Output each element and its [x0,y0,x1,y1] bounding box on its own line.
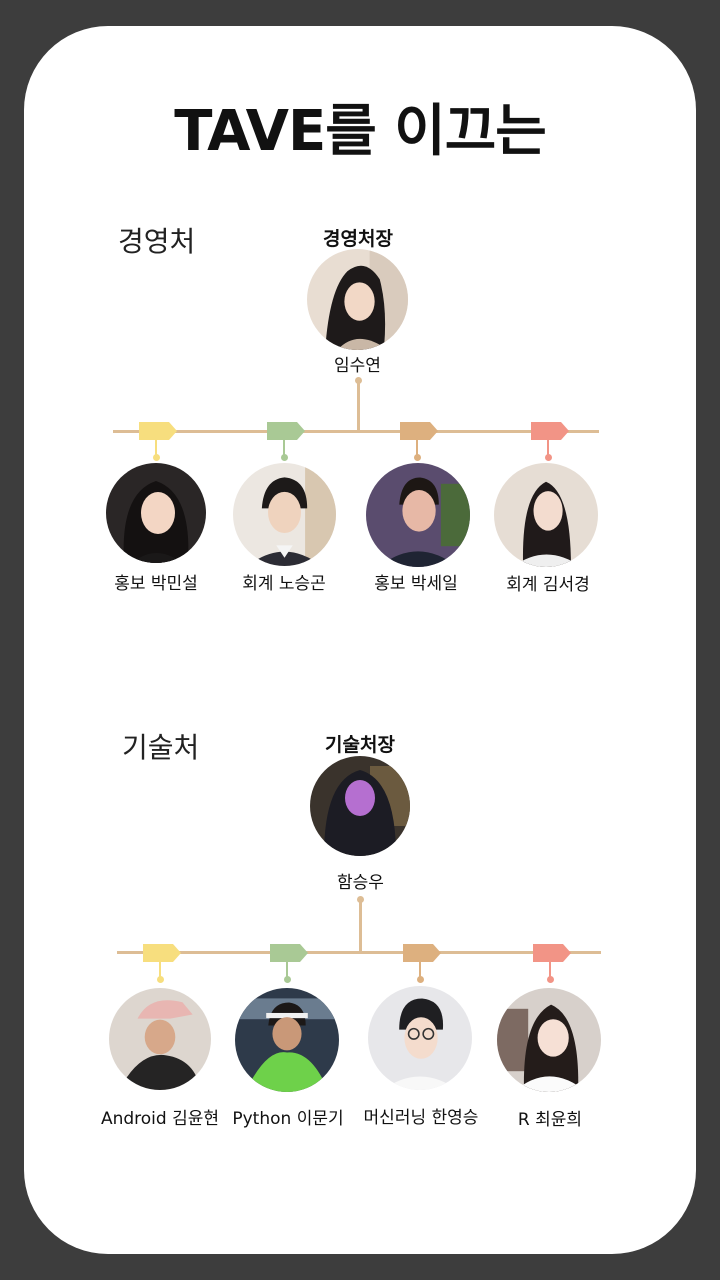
tech-member-label-2: 머신러닝 한영승 [363,1108,479,1128]
tech-member-label-1: Python 이문기 [232,1109,344,1129]
tech-tag-0 [143,944,181,962]
management-tag-3 [531,422,569,440]
management-tag-0 [139,422,177,440]
tech-member-avatar-0[interactable] [109,988,211,1090]
management-member-avatar-0[interactable] [106,463,206,563]
tech-member-avatar-1[interactable] [235,988,339,1092]
page-title: TAVE를 이끄는 [174,99,547,164]
tech-head-connector-dot [357,896,364,903]
tech-member-label-0: Android 김윤현 [100,1109,220,1129]
tech-head-avatar[interactable] [310,756,410,856]
tech-tag-2-dot [417,976,424,983]
management-tag-2 [400,422,438,440]
management-tag-3-dot [545,454,552,461]
tech-tag-3 [533,944,571,962]
tech-tag-2 [403,944,441,962]
tech-head-role: 기술처장 [325,734,395,756]
management-head-avatar[interactable] [307,249,408,350]
management-head-name: 임수연 [334,356,381,376]
management-tag-0-dot [153,454,160,461]
management-member-avatar-1[interactable] [233,463,336,566]
section-label-tech: 기술처 [122,731,200,764]
tech-timeline-line [117,951,601,954]
tech-tag-1 [270,944,308,962]
management-member-label-2: 홍보 박세일 [374,574,458,594]
management-timeline-line [113,430,599,433]
management-tag-2-dot [414,454,421,461]
tech-member-avatar-3[interactable] [497,988,601,1092]
tech-tag-0-dot [157,976,164,983]
tech-tag-1-dot [284,976,291,983]
management-member-label-0: 홍보 박민설 [114,574,198,594]
tech-head-connector [359,900,362,953]
management-member-avatar-2[interactable] [366,463,470,567]
management-member-avatar-3[interactable] [494,463,598,567]
tech-member-label-3: R 최윤희 [517,1110,583,1130]
management-tag-1 [267,422,305,440]
management-member-label-1: 회계 노승곤 [242,574,326,594]
tech-member-avatar-2[interactable] [368,986,472,1090]
management-tag-1-dot [281,454,288,461]
tech-head-name: 함승우 [337,873,384,893]
management-head-role: 경영처장 [323,228,393,250]
section-label-management: 경영처 [118,225,196,258]
management-head-connector-dot [355,377,362,384]
management-member-label-3: 회계 김서경 [506,575,590,595]
tech-tag-3-dot [547,976,554,983]
management-head-connector [357,380,360,432]
